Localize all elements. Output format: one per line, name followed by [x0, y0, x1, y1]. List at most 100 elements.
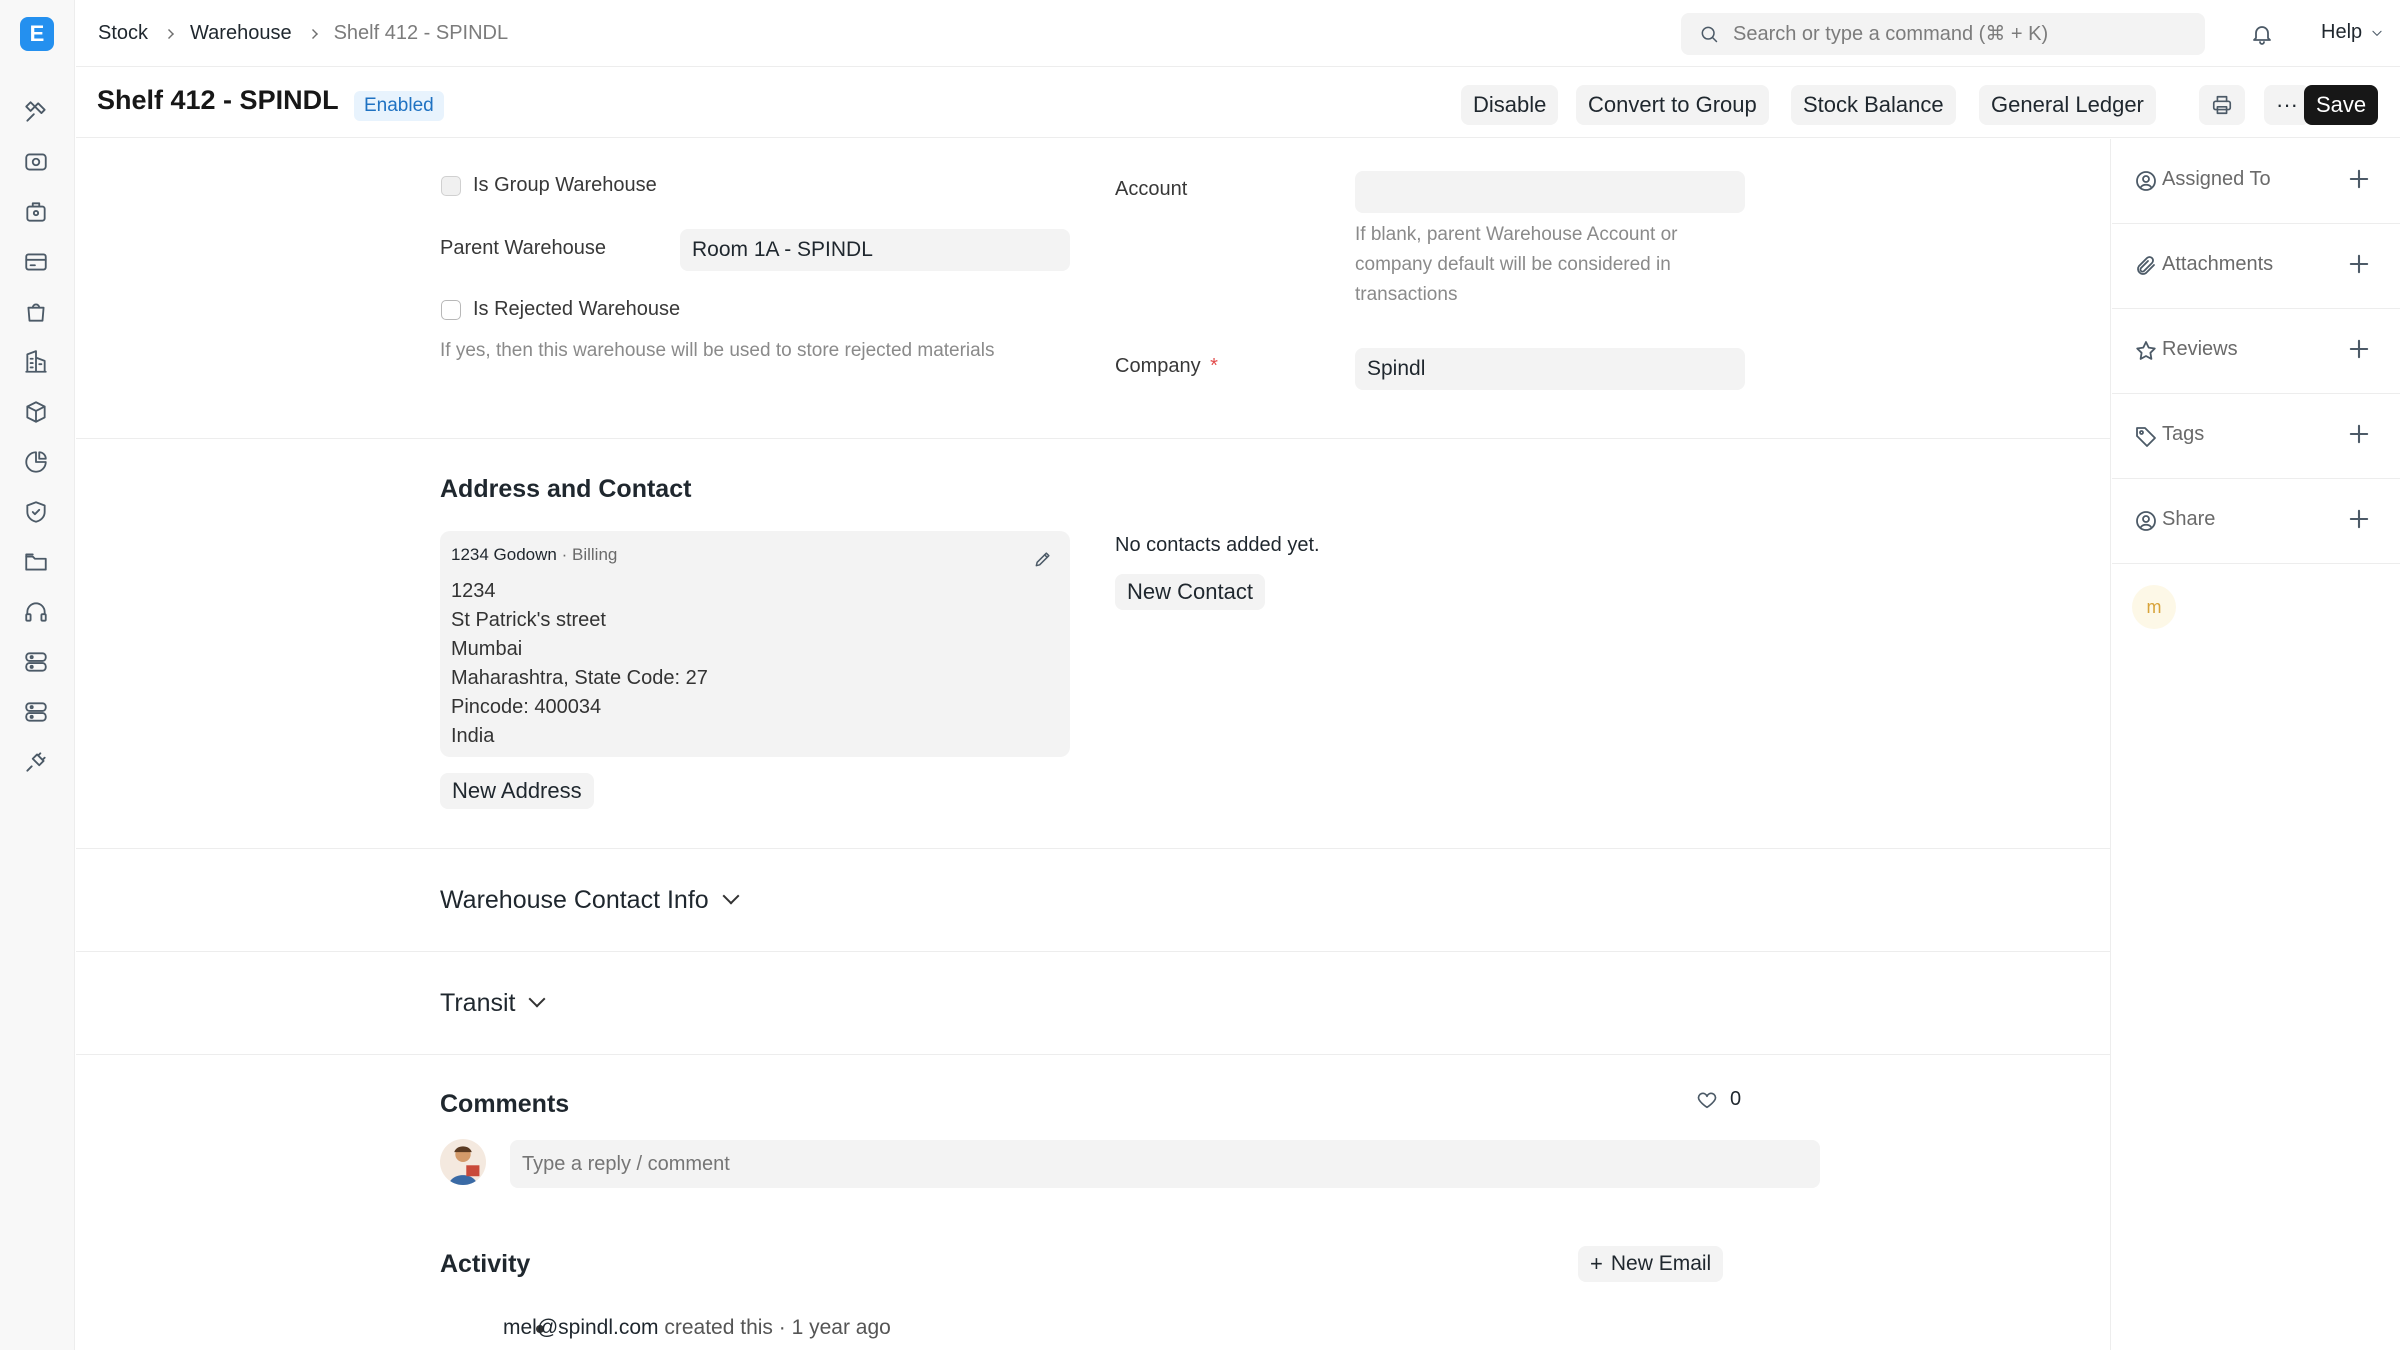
address-contact-title: Address and Contact: [440, 475, 692, 503]
company-field[interactable]: Spindl: [1355, 348, 1745, 390]
sidebar-share: Share: [2112, 479, 2400, 564]
address-line: 1234: [451, 580, 496, 602]
add-tag-plus-icon[interactable]: [2345, 420, 2373, 448]
page-head: Shelf 412 - SPINDL Enabled Disable Conve…: [76, 67, 2400, 138]
address-heading: 1234 Godown · Billing: [451, 545, 617, 565]
parent-warehouse-field[interactable]: Room 1A - SPINDL: [680, 229, 1070, 271]
new-email-label: New Email: [1610, 1252, 1712, 1275]
warehouse-contact-info-title: Warehouse Contact Info: [440, 886, 709, 914]
search-bar[interactable]: [1681, 13, 2205, 55]
sidebar-reviews: Reviews: [2112, 309, 2400, 394]
add-attachment-plus-icon[interactable]: [2345, 250, 2373, 278]
comment-input[interactable]: [510, 1140, 1820, 1188]
app-logo-letter: E: [29, 21, 45, 46]
assign-user-icon: [2136, 171, 2156, 191]
breadcrumb-current[interactable]: Shelf 412 - SPINDL: [334, 22, 509, 45]
chevron-right-icon: [307, 28, 318, 39]
briefcase-icon[interactable]: [20, 196, 52, 228]
printer-icon: [2212, 95, 2232, 115]
comment-avatar: [440, 1139, 486, 1185]
breadcrumb-stock[interactable]: Stock: [98, 22, 148, 45]
details-section: Is Group Warehouse Parent Warehouse Room…: [76, 139, 2111, 439]
status-badge: Enabled: [354, 91, 444, 121]
star-icon: [2136, 341, 2156, 360]
new-address-button[interactable]: New Address: [440, 773, 594, 809]
warehouse-contact-info-toggle[interactable]: Warehouse Contact Info: [440, 886, 740, 915]
shopping-bag-icon[interactable]: [20, 296, 52, 328]
breadcrumb-warehouse[interactable]: Warehouse: [190, 22, 292, 45]
building-icon[interactable]: [20, 346, 52, 378]
form-sidebar: Assigned To Attachments Reviews Tags Sha…: [2112, 139, 2400, 1350]
assigned-to-label: Assigned To: [2162, 168, 2271, 190]
form-main: Is Group Warehouse Parent Warehouse Room…: [76, 139, 2111, 1350]
new-email-button[interactable]: + New Email: [1578, 1246, 1724, 1282]
sidebar-tags: Tags: [2112, 394, 2400, 479]
share-label: Share: [2162, 508, 2216, 530]
pie-chart-icon[interactable]: [20, 446, 52, 478]
address-card: 1234 Godown · Billing 1234 St Patrick's …: [440, 531, 1070, 757]
notification-bell-icon[interactable]: [2246, 18, 2278, 50]
activity-item: mel@spindl.com created this · 1 year ago: [503, 1316, 891, 1340]
address-type: · Billing: [561, 545, 618, 564]
heart-icon: [1697, 1092, 1717, 1108]
shield-icon[interactable]: [20, 496, 52, 528]
page-title: Shelf 412 - SPINDL: [97, 85, 339, 115]
account-field[interactable]: [1355, 171, 1745, 213]
address-line: India: [451, 725, 495, 747]
add-assignment-plus-icon[interactable]: [2345, 165, 2373, 193]
paperclip-icon: [2137, 256, 2155, 275]
stock-balance-button[interactable]: Stock Balance: [1791, 85, 1956, 125]
is-rejected-warehouse-checkbox[interactable]: [441, 300, 461, 320]
chevron-down-icon: [528, 990, 546, 1008]
card-icon[interactable]: [20, 246, 52, 278]
plug-icon[interactable]: [20, 746, 52, 778]
view-icon[interactable]: [20, 146, 52, 178]
disable-button[interactable]: Disable: [1461, 85, 1559, 125]
new-contact-button[interactable]: New Contact: [1115, 574, 1265, 610]
breadcrumb: Stock Warehouse Shelf 412 - SPINDL: [98, 22, 508, 45]
no-contacts-text: No contacts added yet.: [1115, 534, 1320, 556]
print-button[interactable]: [2199, 85, 2245, 125]
sidebar-assigned-to: Assigned To: [2112, 139, 2400, 224]
is-group-warehouse-label: Is Group Warehouse: [473, 174, 657, 196]
help-dropdown[interactable]: Help: [2321, 21, 2384, 44]
attachments-label: Attachments: [2162, 253, 2274, 275]
transit-title: Transit: [440, 989, 516, 1017]
headset-icon[interactable]: [20, 596, 52, 628]
is-rejected-help: If yes, then this warehouse will be used…: [440, 340, 995, 361]
package-icon[interactable]: [20, 396, 52, 428]
address-line: Mumbai: [451, 638, 523, 660]
help-label: Help: [2321, 21, 2363, 43]
plus-icon: +: [1590, 1251, 1603, 1276]
search-input[interactable]: [1733, 22, 2173, 46]
likes[interactable]: 0: [1696, 1088, 1741, 1111]
activity-user[interactable]: mel@spindl.com: [503, 1316, 659, 1339]
app-logo[interactable]: E: [20, 17, 54, 51]
tag-icon: [2136, 427, 2156, 447]
viewer-avatar: m: [2132, 585, 2176, 629]
parent-warehouse-label: Parent Warehouse: [440, 237, 607, 259]
left-rail: E: [0, 0, 75, 1350]
is-group-warehouse-checkbox[interactable]: [441, 176, 461, 196]
folder-icon[interactable]: [20, 546, 52, 578]
add-review-plus-icon[interactable]: [2345, 335, 2373, 363]
likes-count: 0: [1730, 1088, 1742, 1110]
save-button[interactable]: Save: [2304, 85, 2379, 125]
activity-title: Activity: [440, 1250, 531, 1278]
general-ledger-button[interactable]: General Ledger: [1979, 85, 2156, 125]
required-marker: *: [1210, 355, 1218, 377]
add-share-plus-icon[interactable]: [2345, 505, 2373, 533]
database-icon[interactable]: [20, 696, 52, 728]
tools-icon[interactable]: [20, 96, 52, 128]
address-line: St Patrick's street: [451, 609, 606, 631]
server-icon[interactable]: [20, 646, 52, 678]
address-line: Pincode: 400034: [451, 696, 602, 718]
convert-to-group-button[interactable]: Convert to Group: [1576, 85, 1769, 125]
chevron-right-icon: [164, 28, 174, 39]
transit-toggle[interactable]: Transit: [440, 989, 546, 1018]
edit-pencil-icon[interactable]: [1033, 549, 1053, 569]
sidebar-attachments: Attachments: [2112, 224, 2400, 309]
tags-label: Tags: [2162, 423, 2205, 445]
navbar: Stock Warehouse Shelf 412 - SPINDL Help: [76, 0, 2400, 67]
company-label-text: Company: [1115, 355, 1201, 377]
